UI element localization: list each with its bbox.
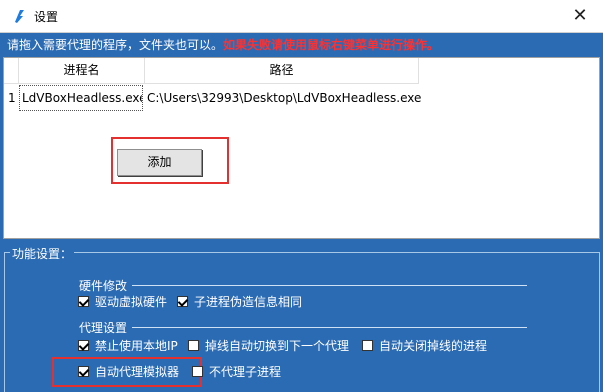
checkbox-checked-icon [78,340,89,351]
checkbox-disable-local-ip[interactable]: 禁止使用本地IP [78,337,178,354]
app-logo-icon [15,10,24,23]
proxy-section-label: 代理设置 [79,321,128,335]
hint-bar: 请拖入需要代理的程序，文件夹也可以。如果失败请使用鼠标右键菜单进行操作。 [0,33,603,57]
checkbox-auto-proxy-emulator[interactable]: 自动代理模拟器 [78,363,179,380]
table-cell-name[interactable]: LdVBoxHeadless.exe [19,85,143,111]
function-settings-legend: 功能设置： [10,245,75,262]
close-button[interactable]: ✕ [557,0,603,32]
add-button[interactable]: 添加 [117,149,202,176]
checkbox-label: 自动关闭掉线的进程 [379,339,488,353]
close-icon: ✕ [572,5,588,26]
checkbox-child-fake-info[interactable]: 子进程伪造信息相同 [177,293,302,310]
checkbox-label: 自动代理模拟器 [95,365,180,379]
checkbox-checked-icon [177,296,188,307]
checkbox-unchecked-icon [192,366,203,377]
window-title: 设置 [34,10,59,24]
checkbox-checked-icon [78,296,89,307]
checkbox-no-proxy-child[interactable]: 不代理子进程 [192,363,281,380]
checkbox-label: 掉线自动切换到下一个代理 [205,339,350,353]
checkbox-unchecked-icon [188,340,199,351]
row-index: 1 [8,91,16,105]
table-cell-path[interactable]: C:\Users\32993\Desktop\LdVBoxHeadless.ex… [147,85,421,111]
checkbox-auto-close-offline[interactable]: 自动关闭掉线的进程 [362,337,487,354]
checkbox-checked-icon [78,366,89,377]
checkbox-label: 不代理子进程 [209,365,282,379]
checkbox-unchecked-icon [362,340,373,351]
hardware-divider [132,285,527,286]
process-table[interactable]: 进程名 路径 1 LdVBoxHeadless.exe C:\Users\329… [3,57,600,239]
proxy-divider [132,327,527,328]
column-header-name[interactable]: 进程名 [19,58,145,84]
checkbox-label: 禁止使用本地IP [95,339,178,353]
checkbox-label: 驱动虚拟硬件 [95,295,168,309]
hardware-section-label: 硬件修改 [79,279,128,293]
title-bar: 设置 ✕ [0,0,603,33]
checkbox-label: 子进程伪造信息相同 [194,295,303,309]
checkbox-auto-switch-proxy[interactable]: 掉线自动切换到下一个代理 [188,337,349,354]
column-header-path[interactable]: 路径 [145,58,419,84]
header-index [4,58,19,84]
hint-warning: 如果失败请使用鼠标右键菜单进行操作。 [223,38,440,52]
checkbox-virtual-hardware[interactable]: 驱动虚拟硬件 [78,293,167,310]
hint-text: 请拖入需要代理的程序，文件夹也可以。 [7,38,224,52]
